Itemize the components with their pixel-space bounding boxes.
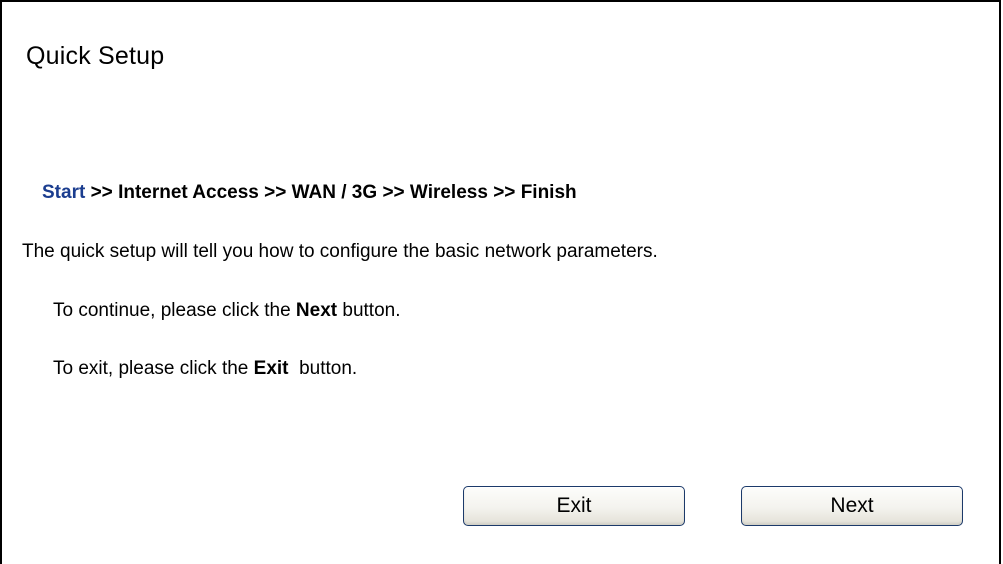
exit-keyword: Exit <box>253 358 289 379</box>
step-wireless: Wireless <box>409 182 488 203</box>
continue-keyword: Next <box>295 300 338 321</box>
continue-suffix: button. <box>342 300 401 321</box>
step-separator: >> <box>264 182 287 203</box>
step-separator: >> <box>90 182 113 203</box>
exit-prefix: To exit, please click the <box>53 358 249 379</box>
continue-instruction: To continue, please click the Next butto… <box>53 300 401 322</box>
step-internet-access: Internet Access <box>118 182 259 203</box>
setup-description: The quick setup will tell you how to con… <box>22 241 658 262</box>
page-title: Quick Setup <box>26 42 165 70</box>
exit-suffix: button. <box>299 358 358 379</box>
step-separator: >> <box>493 182 516 203</box>
step-finish: Finish <box>520 182 577 203</box>
setup-steps-breadcrumb: Start >> Internet Access >> WAN / 3G >> … <box>42 182 577 204</box>
next-button[interactable]: Next <box>741 486 963 526</box>
quick-setup-panel: Quick Setup Start >> Internet Access >> … <box>0 0 1001 564</box>
continue-prefix: To continue, please click the <box>53 300 291 321</box>
exit-button[interactable]: Exit <box>463 486 685 526</box>
exit-instruction: To exit, please click the Exit button. <box>53 358 357 380</box>
step-separator: >> <box>382 182 405 203</box>
step-start: Start <box>42 182 86 203</box>
step-wan-3g: WAN / 3G <box>291 182 378 203</box>
